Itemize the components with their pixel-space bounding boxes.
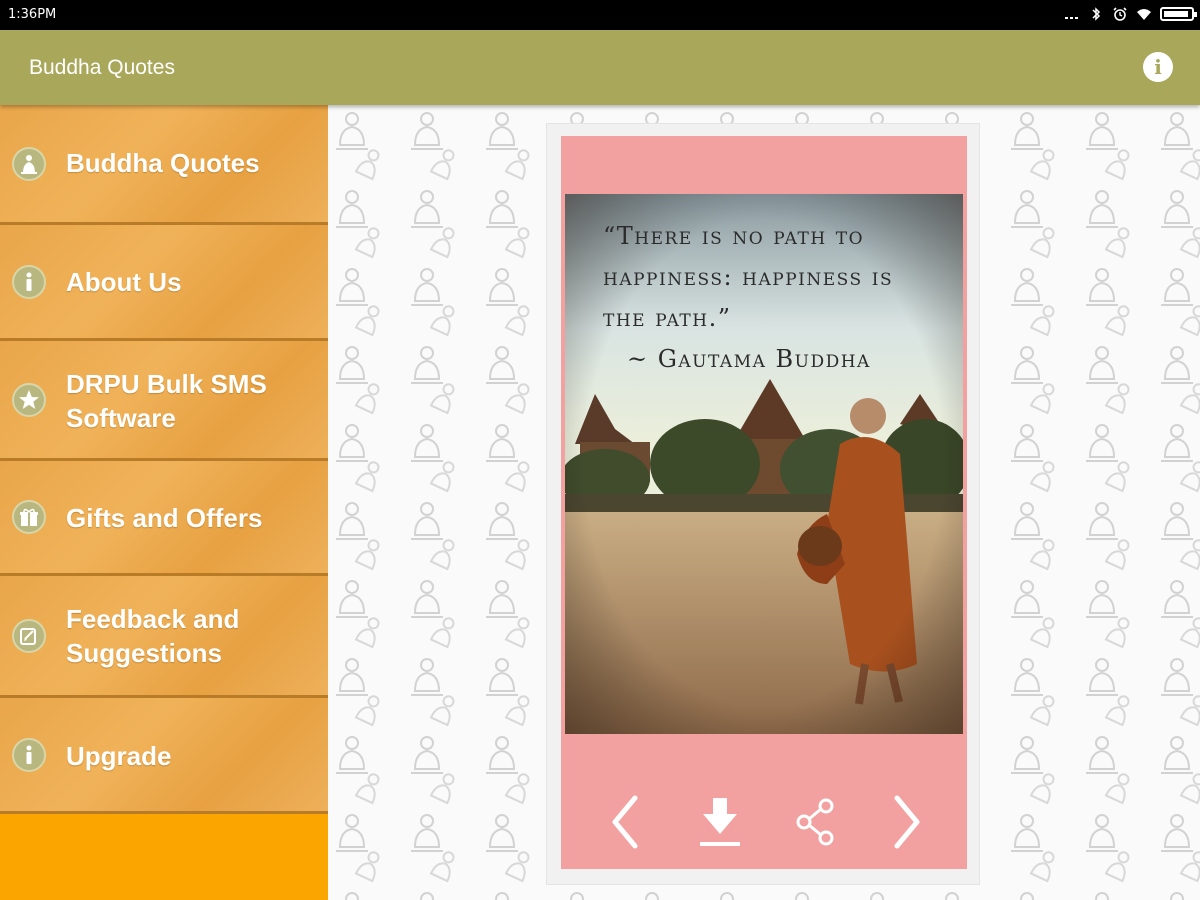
quote-image: “There is no path to happiness: happines… — [565, 194, 963, 734]
previous-icon[interactable] — [603, 792, 649, 852]
wifi-icon — [1137, 9, 1151, 20]
sidebar-item-label: Upgrade — [66, 741, 172, 771]
quote-author: ~ Gautama Buddha — [627, 345, 871, 373]
sidebar-item-feedback[interactable]: Feedback and Suggestions — [0, 576, 328, 698]
info-icon[interactable]: i — [1143, 52, 1173, 82]
status-icons — [1064, 6, 1197, 22]
navigation-drawer: Buddha Quotes About Us DRPU Bulk SMS Sof… — [0, 105, 328, 900]
status-time: 1:36PM — [8, 7, 57, 22]
app-title: Buddha Quotes — [29, 56, 175, 79]
sidebar-item-gifts-and-offers[interactable]: Gifts and Offers — [0, 461, 328, 576]
quote-controls — [561, 734, 967, 869]
alarm-icon — [1113, 7, 1127, 21]
star-icon — [12, 382, 46, 417]
quote-viewer: “There is no path to happiness: happines… — [328, 105, 1200, 900]
quote-text: “There is no path to happiness: happines… — [603, 222, 894, 332]
gift-icon — [12, 500, 46, 534]
share-icon[interactable] — [793, 792, 839, 852]
more-icon — [1065, 17, 1078, 19]
sidebar-item-label: Feedback and Suggestions — [66, 604, 240, 668]
sidebar-item-label: DRPU Bulk SMS Software — [66, 369, 267, 433]
sidebar-item-buddha-quotes[interactable]: Buddha Quotes — [0, 105, 328, 225]
info-icon — [12, 264, 46, 299]
sidebar-item-label: About Us — [66, 267, 182, 297]
app-bar: Buddha Quotes i — [0, 30, 1200, 105]
download-icon[interactable] — [697, 792, 743, 852]
next-icon[interactable] — [883, 792, 929, 852]
status-bar: 1:36PM — [0, 0, 1200, 30]
feedback-icon — [12, 618, 46, 653]
bluetooth-icon — [1092, 7, 1101, 21]
buddha-icon — [12, 146, 46, 181]
sidebar-item-drpu-bulk-sms[interactable]: DRPU Bulk SMS Software — [0, 341, 328, 461]
quote-text-block: “There is no path to happiness: happines… — [603, 216, 933, 380]
sidebar-item-upgrade[interactable]: Upgrade — [0, 698, 328, 814]
quote-card: “There is no path to happiness: happines… — [561, 136, 967, 869]
sidebar-item-label: Buddha Quotes — [66, 148, 260, 178]
sidebar-item-label: Gifts and Offers — [66, 503, 263, 533]
battery-icon — [1160, 7, 1197, 21]
info-icon — [12, 737, 46, 772]
sidebar-item-about-us[interactable]: About Us — [0, 225, 328, 341]
